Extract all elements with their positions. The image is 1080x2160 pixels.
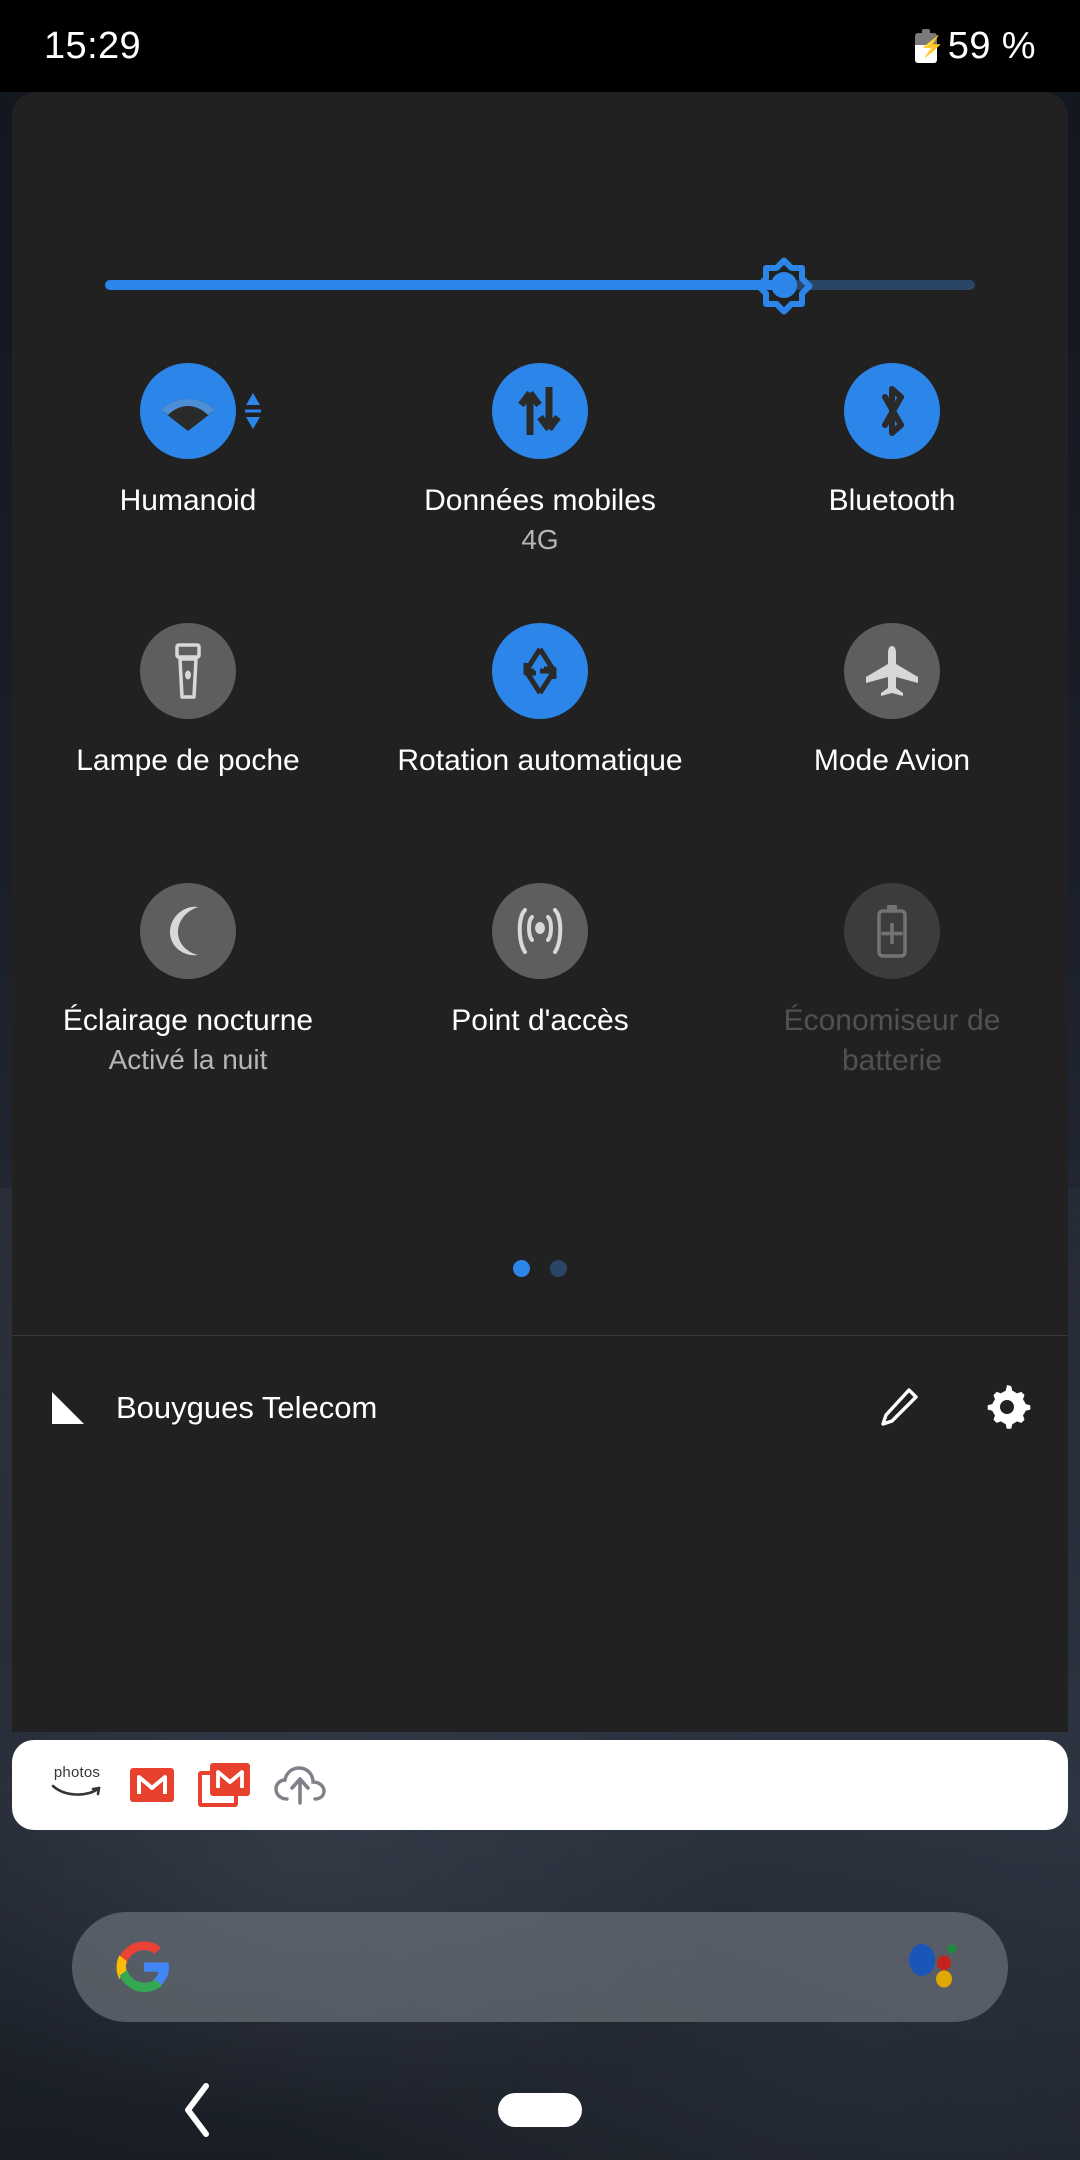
quick-settings-page-indicator — [12, 1260, 1068, 1277]
airplane-icon[interactable] — [844, 623, 940, 719]
brightness-sun-icon[interactable] — [753, 254, 815, 316]
tile-wifi-icon-wrap — [140, 361, 261, 461]
tile-auto-rotate-label: Rotation automatique — [397, 744, 683, 777]
gmail-icon[interactable] — [130, 1768, 174, 1802]
pencil-edit-icon[interactable] — [876, 1386, 920, 1430]
hotspot-icon[interactable] — [492, 883, 588, 979]
signal-triangle-icon — [52, 1391, 84, 1424]
status-bar-clock: 15:29 — [44, 24, 142, 67]
tile-airplane-mode-label: Mode Avion — [813, 744, 971, 777]
page-dot-2[interactable] — [550, 1260, 567, 1277]
tile-hotspot-label: Point d'accès — [451, 1004, 629, 1037]
amazon-photos-label: photos — [53, 1764, 101, 1781]
tile-mobile-data-sublabel: 4G — [521, 524, 559, 555]
quick-settings-footer: Bouygues Telecom — [12, 1335, 1068, 1480]
tile-battery-saver[interactable]: Économiseur de batterie — [716, 867, 1068, 1127]
moon-icon[interactable] — [140, 883, 236, 979]
google-assistant-icon[interactable] — [904, 1936, 966, 1998]
brightness-slider-fill — [105, 280, 784, 290]
search-input[interactable] — [174, 1912, 904, 2022]
gear-settings-icon[interactable] — [984, 1384, 1032, 1432]
tile-bluetooth-label: Bluetooth — [828, 484, 956, 517]
page-dot-1[interactable] — [513, 1260, 530, 1277]
back-chevron-icon[interactable] — [168, 2080, 228, 2140]
battery-percent-label: 59 % — [947, 24, 1036, 67]
quick-settings-tile-grid: Humanoid Données mobiles 4G Bluetooth La… — [12, 347, 1068, 1127]
phone-screen: 15:29 ⚡ 59 % — [0, 0, 1080, 2160]
flashlight-icon[interactable] — [140, 623, 236, 719]
status-bar-right-group: ⚡ 59 % — [914, 24, 1036, 68]
tile-flashlight-icon-wrap — [140, 621, 236, 721]
cloud-upload-icon[interactable] — [274, 1765, 326, 1805]
brightness-slider[interactable] — [12, 240, 1068, 330]
tile-night-light[interactable]: Éclairage nocturne Activé la nuit — [12, 867, 364, 1127]
tile-flashlight-label: Lampe de poche — [76, 744, 300, 777]
tile-flashlight[interactable]: Lampe de poche — [12, 607, 364, 867]
gmail-stacked-icon[interactable] — [198, 1763, 250, 1807]
wifi-expand-chevron-icon[interactable] — [244, 391, 262, 431]
tile-hotspot[interactable]: Point d'accès — [364, 867, 716, 1127]
tile-battery-saver-label: Économiseur de batterie — [783, 1004, 1001, 1077]
google-search-bar[interactable] — [72, 1912, 1008, 2022]
bluetooth-icon[interactable] — [844, 363, 940, 459]
status-bar: 15:29 ⚡ 59 % — [0, 0, 1080, 92]
mobile-data-icon[interactable] — [492, 363, 588, 459]
tile-hotspot-icon-wrap — [492, 881, 588, 981]
tile-wifi-label: Humanoid — [119, 484, 257, 517]
tile-mobile-data[interactable]: Données mobiles 4G — [364, 347, 716, 607]
tile-night-light-label: Éclairage nocturne — [62, 1004, 314, 1037]
tile-auto-rotate[interactable]: Rotation automatique — [364, 607, 716, 867]
google-g-icon — [116, 1941, 169, 1992]
carrier-group: Bouygues Telecom — [48, 1388, 876, 1428]
quick-settings-panel: Humanoid Données mobiles 4G Bluetooth La… — [12, 92, 1068, 1732]
tile-bluetooth-icon-wrap — [844, 361, 940, 461]
tile-auto-rotate-icon-wrap — [492, 621, 588, 721]
tile-night-light-icon-wrap — [140, 881, 236, 981]
carrier-name-label: Bouygues Telecom — [116, 1389, 378, 1425]
tile-night-light-sublabel: Activé la nuit — [108, 1044, 268, 1075]
tile-mobile-data-label: Données mobiles — [424, 484, 656, 517]
battery-charging-icon: ⚡ — [914, 29, 945, 63]
tile-bluetooth[interactable]: Bluetooth — [716, 347, 1068, 607]
tile-airplane-icon-wrap — [844, 621, 940, 721]
brightness-slider-track[interactable] — [105, 280, 975, 290]
tile-mobile-data-icon-wrap — [492, 361, 588, 461]
amazon-photos-icon[interactable]: photos — [48, 1765, 106, 1805]
footer-actions — [876, 1384, 1032, 1432]
notification-icon-strip[interactable]: photos — [12, 1740, 1068, 1830]
auto-rotate-icon[interactable] — [492, 623, 588, 719]
home-pill-icon[interactable] — [498, 2093, 582, 2127]
navigation-bar — [0, 2060, 1080, 2160]
wifi-icon[interactable] — [140, 363, 236, 459]
tile-battery-saver-icon-wrap — [844, 881, 940, 981]
tile-wifi[interactable]: Humanoid — [12, 347, 364, 607]
tile-airplane-mode[interactable]: Mode Avion — [716, 607, 1068, 867]
battery-saver-icon[interactable] — [844, 883, 940, 979]
